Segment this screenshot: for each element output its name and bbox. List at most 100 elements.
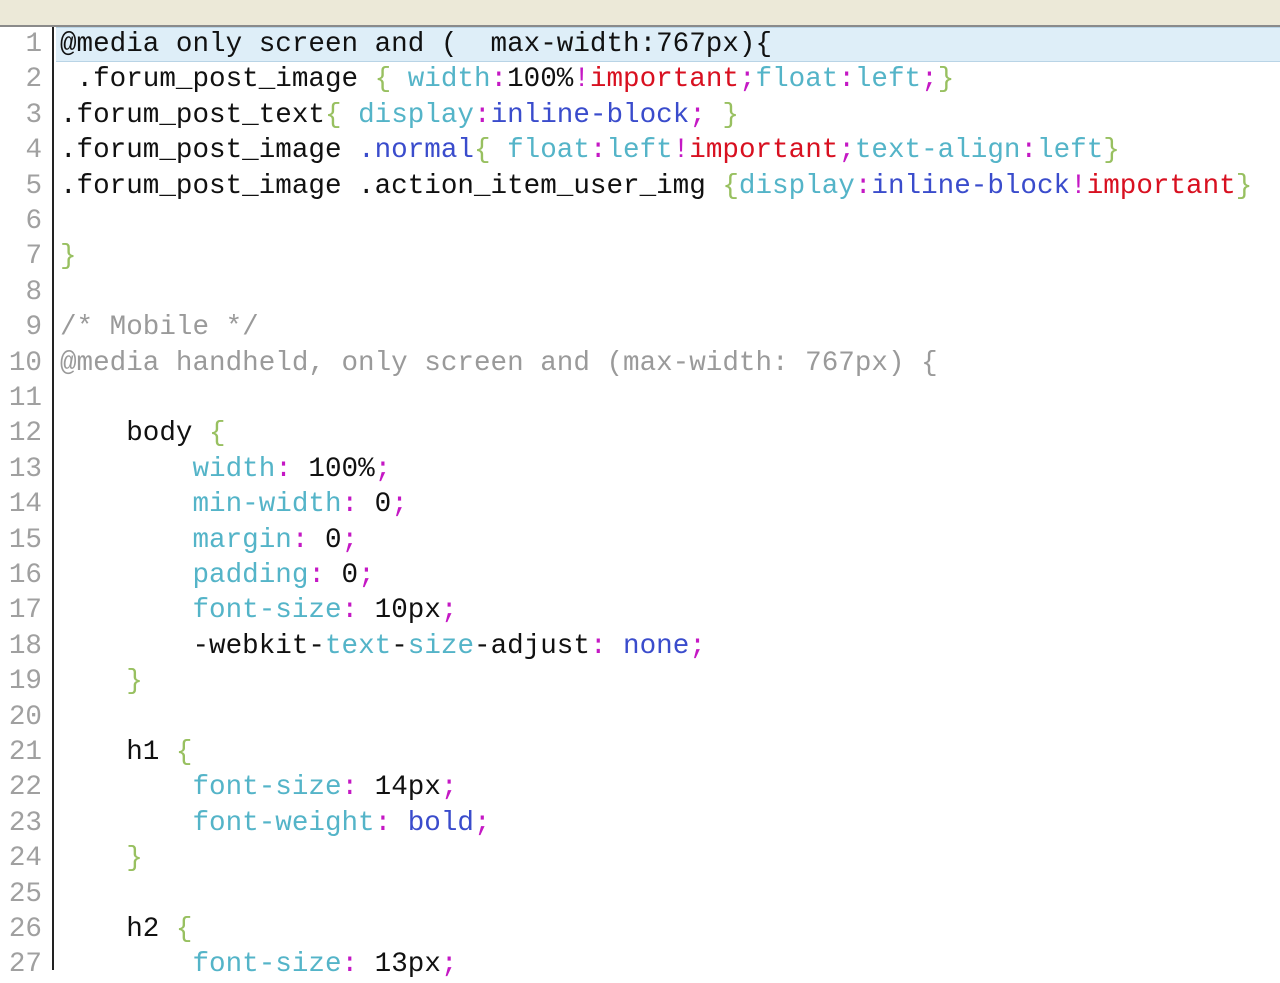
code-line[interactable]: 12 body { bbox=[0, 416, 1280, 451]
code-line[interactable]: 16 padding: 0; bbox=[0, 558, 1280, 593]
code-token: .forum_post_image bbox=[60, 64, 375, 96]
line-code[interactable]: @media only screen and ( max-width:767px… bbox=[56, 27, 1280, 63]
line-code[interactable]: .forum_post_image { width:100%!important… bbox=[56, 62, 1280, 97]
line-code[interactable]: .forum_post_image .normal{ float:left!im… bbox=[56, 133, 1280, 168]
code-token: : bbox=[275, 453, 292, 485]
code-line[interactable]: 27 font-size: 13px; bbox=[0, 947, 1280, 982]
line-number: 10 bbox=[8, 347, 42, 379]
code-token: 100% bbox=[507, 64, 574, 96]
code-line[interactable]: 13 width: 100%; bbox=[0, 452, 1280, 487]
line-code[interactable]: padding: 0; bbox=[56, 558, 1280, 593]
line-number: 18 bbox=[8, 630, 42, 662]
line-code[interactable]: /* Mobile */ bbox=[56, 310, 1280, 345]
code-line[interactable]: 14 min-width: 0; bbox=[0, 487, 1280, 522]
code-token: padding bbox=[60, 560, 309, 591]
code-line[interactable]: 18 -webkit-text-size-adjust: none; bbox=[0, 629, 1280, 664]
code-token: { bbox=[175, 914, 193, 945]
code-token: ; bbox=[440, 772, 458, 804]
editor-toolbar bbox=[0, 0, 1280, 27]
code-line[interactable]: 4 .forum_post_image .normal{ float:left!i… bbox=[0, 133, 1280, 168]
line-number: 22 bbox=[8, 772, 42, 804]
code-line[interactable]: 3 .forum_post_text{ display:inline-block;… bbox=[0, 98, 1280, 133]
code-line[interactable]: 22 font-size: 14px; bbox=[0, 770, 1280, 805]
code-token: float bbox=[755, 64, 839, 96]
code-line[interactable]: 8 bbox=[0, 275, 1280, 310]
line-number: 3 bbox=[25, 99, 42, 131]
code-token: inline-block bbox=[490, 99, 690, 131]
code-line[interactable]: 20 bbox=[0, 700, 1280, 735]
line-code[interactable]: font-weight: bold; bbox=[56, 806, 1280, 841]
code-token: h1 bbox=[60, 737, 176, 768]
line-code[interactable]: font-size: 14px; bbox=[56, 770, 1280, 805]
code-token: } bbox=[937, 64, 955, 96]
line-code[interactable]: @media handheld, only screen and (max-wi… bbox=[56, 346, 1280, 381]
code-line[interactable]: 15 margin: 0; bbox=[0, 523, 1280, 558]
code-token: .forum_post_text bbox=[60, 99, 325, 131]
code-line[interactable]: 10 @media handheld, only screen and (max-… bbox=[0, 346, 1280, 381]
code-line[interactable]: 23 font-weight: bold; bbox=[0, 806, 1280, 841]
code-line[interactable]: 21 h1 { bbox=[0, 735, 1280, 770]
line-code[interactable]: .forum_post_text{ display:inline-block; … bbox=[56, 98, 1280, 133]
code-token: : bbox=[474, 99, 491, 131]
line-code[interactable]: margin: 0; bbox=[56, 523, 1280, 558]
code-line[interactable]: 7} bbox=[0, 239, 1280, 274]
code-token: 14px bbox=[358, 772, 441, 804]
code-token: : bbox=[1020, 135, 1038, 167]
code-token: } bbox=[1103, 135, 1120, 167]
code-token: : bbox=[854, 170, 872, 202]
line-code[interactable]: font-size: 13px; bbox=[56, 947, 1280, 982]
line-number: 20 bbox=[8, 701, 42, 733]
line-code[interactable]: min-width: 0; bbox=[56, 487, 1280, 522]
code-line[interactable]: 6 bbox=[0, 204, 1280, 239]
code-token: { bbox=[324, 99, 342, 131]
code-line[interactable]: 26 h2 { bbox=[0, 912, 1280, 947]
line-code[interactable]: } bbox=[56, 239, 1280, 274]
code-token: text bbox=[324, 630, 392, 662]
code-line[interactable]: 19 } bbox=[0, 664, 1280, 699]
line-code[interactable]: body { bbox=[56, 416, 1280, 451]
code-line[interactable]: 11 bbox=[0, 381, 1280, 416]
code-token: -adjust bbox=[474, 630, 590, 662]
line-code[interactable]: h2 { bbox=[56, 912, 1280, 947]
code-line[interactable]: 24 } bbox=[0, 841, 1280, 876]
line-code[interactable]: -webkit-text-size-adjust: none; bbox=[56, 629, 1280, 664]
code-token: width bbox=[391, 64, 491, 96]
line-code[interactable]: h1 { bbox=[56, 735, 1280, 770]
code-token: : bbox=[341, 772, 359, 804]
code-line[interactable]: 9 /* Mobile */ bbox=[0, 310, 1280, 345]
code-line[interactable]: 25 bbox=[0, 877, 1280, 912]
line-number: 4 bbox=[25, 135, 42, 167]
code-token: left bbox=[854, 64, 922, 96]
code-token: ; bbox=[473, 807, 491, 839]
code-token: @media only screen and ( max-width:767px… bbox=[60, 29, 773, 60]
code-token: font-size bbox=[60, 772, 342, 804]
code-token: font-weight bbox=[60, 807, 375, 839]
code-token: - bbox=[391, 630, 408, 662]
code-editor[interactable]: 1 @media only screen and ( max-width:767p… bbox=[0, 27, 1280, 980]
code-token: 0 bbox=[324, 560, 359, 591]
line-number: 27 bbox=[8, 949, 42, 981]
line-number: 14 bbox=[8, 489, 42, 521]
code-line[interactable]: 1 @media only screen and ( max-width:767p… bbox=[0, 27, 1280, 63]
line-code[interactable]: } bbox=[56, 664, 1280, 699]
code-token: ; bbox=[738, 64, 756, 96]
line-number: 15 bbox=[8, 524, 42, 556]
code-token: ; bbox=[391, 489, 408, 521]
code-token: inline-block bbox=[871, 170, 1071, 202]
code-line[interactable]: 17 font-size: 10px; bbox=[0, 593, 1280, 628]
line-code[interactable]: font-size: 10px; bbox=[56, 593, 1280, 628]
line-number: 19 bbox=[8, 666, 42, 698]
code-token: } bbox=[1235, 170, 1253, 202]
code-token: } bbox=[705, 99, 739, 131]
line-code[interactable]: .forum_post_image .action_item_user_img … bbox=[56, 169, 1280, 204]
code-token: { bbox=[209, 418, 226, 450]
line-code[interactable]: width: 100%; bbox=[56, 452, 1280, 487]
code-line[interactable]: 2 .forum_post_image { width:100%!importa… bbox=[0, 62, 1280, 97]
line-number: 11 bbox=[8, 383, 42, 414]
code-token: ! bbox=[672, 135, 690, 167]
line-number: 12 bbox=[8, 418, 42, 450]
code-line[interactable]: 5 .forum_post_image .action_item_user_img… bbox=[0, 169, 1280, 204]
code-token: } bbox=[60, 843, 143, 875]
code-token: ; bbox=[689, 99, 706, 131]
line-code[interactable]: } bbox=[56, 841, 1280, 876]
